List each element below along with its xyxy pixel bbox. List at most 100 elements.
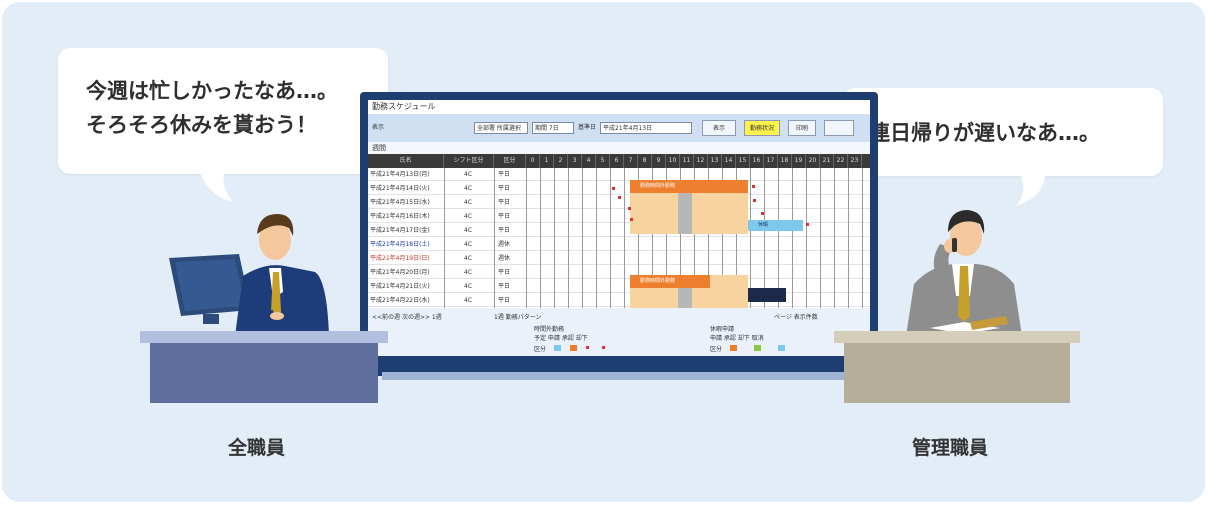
speech-line-1: 今週は忙しかったなあ…。 (86, 79, 338, 103)
header-hour: 1 (540, 154, 554, 168)
legend-swatch-green (754, 345, 761, 351)
grid-line (848, 168, 849, 308)
marker (630, 218, 633, 221)
row-type: 平日 (498, 185, 511, 192)
leave-bar[interactable]: 休暇 (748, 220, 803, 231)
row-type: 週休 (498, 241, 511, 248)
grid-line (862, 168, 863, 308)
status-button[interactable]: 勤務状況 (744, 120, 780, 136)
row-shift: 4C (464, 297, 473, 304)
row-name: 平成21年4月20日(月) (370, 269, 430, 276)
speech-bubble-manager: 連日帰りが遅いなあ…。 (843, 88, 1163, 176)
row-type: 平日 (498, 199, 511, 206)
schedule-footer: <<前の週 次の週>> 1週 1週 勤務パターン ページ 表示件数 時間外勤務 … (368, 308, 870, 356)
header-hour: 10 (666, 154, 680, 168)
row-type: 平日 (498, 269, 511, 276)
legend-swatch-red (586, 346, 589, 349)
overtime-bar-top[interactable]: 勤務時間外勤務 (630, 180, 748, 193)
header-hour: 2 (554, 154, 568, 168)
grid-line (624, 168, 625, 308)
grid-line (540, 168, 541, 308)
row-type: 平日 (498, 171, 511, 178)
header-hour: 12 (694, 154, 708, 168)
row-name: 平成21年4月13日(月) (370, 171, 430, 178)
grid-header: 氏名 シフト区分 区分 0 1 2 3 4 5 6 7 8 9 10 11 12 13 14 15 16 17 18… (368, 154, 870, 168)
date-input[interactable]: 平成21年4月13日 (600, 122, 692, 134)
desk-top-right (834, 331, 1080, 343)
row-name: 平成21年4月17日(金) (370, 227, 430, 234)
week-nav[interactable]: <<前の週 次の週>> 1週 (372, 312, 442, 321)
row-shift: 4C (464, 269, 473, 276)
grid-line (806, 168, 807, 308)
department-select[interactable]: 全部署 所属選択 (474, 122, 528, 134)
grid-line (554, 168, 555, 308)
marker (752, 185, 755, 188)
header-hour: 20 (806, 154, 820, 168)
work-block-2b (710, 275, 748, 288)
staff-person-illustration (169, 214, 329, 336)
row-type: 平日 (498, 227, 511, 234)
grid-line (526, 168, 527, 308)
header-hour: 15 (736, 154, 750, 168)
schedule-monitor: 勤務スケジュール 表示 全部署 所属選択 期間 7日 基準日 平成21年4月13… (360, 92, 878, 376)
desk-left (150, 343, 378, 403)
row-shift: 4C (464, 171, 473, 178)
desk-right (844, 343, 1070, 403)
grid-line (444, 168, 445, 308)
pattern-link[interactable]: 1週 勤務パターン (494, 312, 541, 321)
grid-line (596, 168, 597, 308)
app-title: 勤務スケジュール (368, 100, 870, 114)
header-hour: 3 (568, 154, 582, 168)
grid-line (764, 168, 765, 308)
legend1-title: 時間外勤務 (534, 326, 565, 333)
legend-swatch-blue (778, 345, 785, 351)
period-select[interactable]: 期間 7日 (532, 122, 574, 134)
header-hour: 19 (792, 154, 806, 168)
legend1-sub: 予定 申請 承認 却下 (534, 335, 588, 342)
overtime-bar-middle[interactable]: 勤務時間外勤務 (630, 275, 710, 288)
header-hour: 21 (820, 154, 834, 168)
break-block-1 (678, 193, 692, 234)
header-hour: 0 (526, 154, 540, 168)
header-hour: 5 (596, 154, 610, 168)
header-hour: 11 (680, 154, 694, 168)
print-button[interactable]: 印刷 (788, 120, 816, 136)
header-hour: 18 (778, 154, 792, 168)
speech-text-manager: 連日帰りが遅いなあ…。 (869, 116, 1100, 150)
header-hour: 9 (652, 154, 666, 168)
header-hour: 4 (582, 154, 596, 168)
marker (612, 187, 615, 190)
grid-line (494, 168, 495, 308)
toolbar: 表示 全部署 所属選択 期間 7日 基準日 平成21年4月13日 表示 勤務状況… (368, 114, 870, 142)
scene: 今週は忙しかったなあ…。 そろそろ休みを貰おう！ 連日帰りが遅いなあ…。 勤務ス… (0, 0, 1208, 505)
manager-label: 管理職員 (912, 437, 989, 459)
speech-bubble-staff: 今週は忙しかったなあ…。 そろそろ休みを貰おう！ (58, 48, 388, 174)
marker (628, 207, 631, 210)
display-button[interactable]: 表示 (702, 120, 736, 136)
speech-line-1: 連日帰りが遅いなあ…。 (869, 121, 1100, 145)
legend2-title: 休暇申請 (710, 326, 735, 333)
overtime-bar-label: 勤務時間外勤務 (640, 278, 676, 284)
grid-line (834, 168, 835, 308)
header-hour: 7 (624, 154, 638, 168)
date-label: 基準日 (578, 124, 597, 131)
row-shift: 4C (464, 283, 473, 290)
grid-line (568, 168, 569, 308)
marker (761, 212, 764, 215)
marker (806, 223, 809, 226)
speech-line-2: そろそろ休みを貰おう！ (86, 113, 317, 137)
pager[interactable]: ページ 表示件数 (774, 312, 818, 321)
header-hour: 16 (750, 154, 764, 168)
monitor-base (382, 372, 852, 380)
legend2-label: 区分 (710, 346, 723, 353)
speech-tail-left (199, 170, 233, 202)
row-name: 平成21年4月18日(土) (370, 241, 430, 248)
row-shift: 4C (464, 241, 473, 248)
grid-line (750, 168, 751, 308)
extra-button[interactable] (824, 120, 854, 136)
row-type: 平日 (498, 283, 511, 290)
legend-swatch-orange (570, 345, 577, 351)
header-type: 区分 (494, 154, 526, 168)
header-hour: 22 (834, 154, 848, 168)
row-type: 平日 (498, 213, 511, 220)
